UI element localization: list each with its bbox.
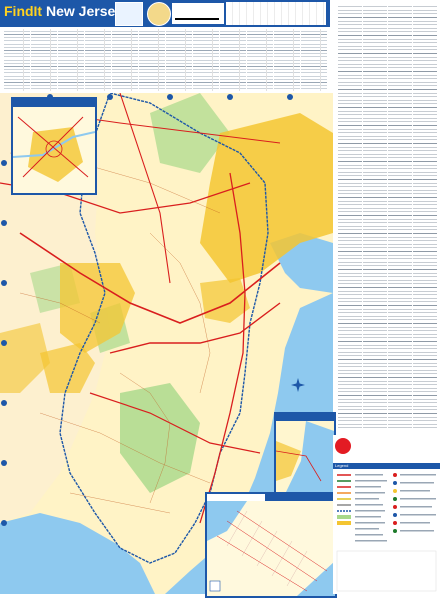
brand-name: FindIt: [4, 3, 43, 19]
inset-title-bar: [13, 99, 95, 107]
index-column: [166, 29, 192, 91]
index-column: [85, 29, 111, 91]
legend-panel: Legend: [333, 435, 440, 594]
map-title: FindIt New Jersey: [4, 3, 123, 19]
legend-symbols: [336, 473, 437, 592]
distance-table: [226, 2, 326, 25]
index-column: [139, 29, 165, 91]
scale-panel: [172, 3, 224, 24]
legend-title-bar: Legend: [333, 463, 440, 469]
index-column: [58, 29, 84, 91]
index-column: [274, 29, 300, 91]
place-index-top: [0, 27, 330, 93]
inset-map-atlantic-city-area[interactable]: [274, 412, 336, 494]
publisher-logo-icon: [335, 438, 351, 454]
place-index-right: [336, 0, 440, 434]
index-column: [31, 29, 57, 91]
index-column: [413, 4, 437, 430]
locator-map: [115, 2, 143, 26]
state-seal-icon: [147, 2, 171, 26]
inset-philadelphia-canvas: [13, 107, 95, 193]
inset-map-philadelphia[interactable]: [11, 97, 97, 195]
index-column: [193, 29, 219, 91]
state-name: New Jersey: [46, 3, 124, 19]
index-column: [388, 4, 412, 430]
inset-downtown-canvas: [207, 501, 335, 596]
index-column: [220, 29, 246, 91]
index-column: [301, 29, 327, 91]
inset-map-downtown-atlantic-city[interactable]: [205, 492, 337, 598]
legend-title: Legend: [335, 463, 349, 468]
index-column: [247, 29, 273, 91]
index-column: [112, 29, 138, 91]
inset-title-bar: [265, 494, 335, 501]
index-column: [363, 4, 387, 430]
inset-title-bar: [276, 414, 334, 421]
index-column: [338, 4, 362, 430]
inset-ac-canvas: [276, 421, 334, 492]
index-column: [4, 29, 30, 91]
header-bar: FindIt New Jersey: [0, 0, 330, 27]
scale-bar: [175, 18, 219, 20]
